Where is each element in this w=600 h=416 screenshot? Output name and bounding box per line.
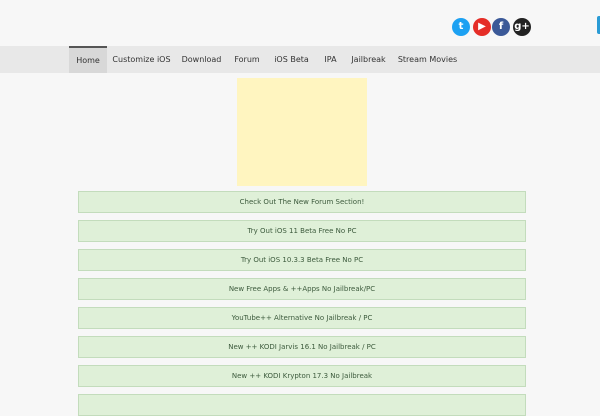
nav-item-jailbreak[interactable]: Jailbreak <box>345 46 392 73</box>
link-button[interactable]: New ++ KODI Krypton 17.3 No Jailbreak <box>78 365 526 387</box>
ad-placeholder[interactable] <box>237 78 367 186</box>
nav-item-download[interactable]: Download <box>176 46 227 73</box>
link-button[interactable]: Try Out iOS 10.3.3 Beta Free No PC <box>78 249 526 271</box>
twitter-icon[interactable]: t <box>452 18 470 36</box>
link-button[interactable]: Try Out iOS 11 Beta Free No PC <box>78 220 526 242</box>
nav-item-customize-ios[interactable]: Customize iOS <box>107 46 176 73</box>
facebook-icon[interactable]: f <box>492 18 510 36</box>
youtube-icon[interactable]: ▶ <box>473 18 491 36</box>
nav-item-home[interactable]: Home <box>69 46 107 73</box>
link-button[interactable]: New Free Apps & ++Apps No Jailbreak/PC <box>78 278 526 300</box>
google-plus-icon[interactable]: g+ <box>513 18 531 36</box>
nav-item-stream-movies[interactable]: Stream Movies <box>392 46 463 73</box>
link-button[interactable]: Check Out The New Forum Section! <box>78 191 526 213</box>
nav-item-ios-beta[interactable]: iOS Beta <box>267 46 316 73</box>
link-button[interactable]: YouTube++ Alternative No Jailbreak / PC <box>78 307 526 329</box>
site-header: t ▶ f g+ <box>0 0 600 46</box>
main-nav: Home Customize iOS Download Forum iOS Be… <box>0 46 600 73</box>
link-button[interactable] <box>78 394 526 416</box>
nav-item-ipa[interactable]: IPA <box>316 46 345 73</box>
nav-item-forum[interactable]: Forum <box>227 46 267 73</box>
link-button[interactable]: New ++ KODI Jarvis 16.1 No Jailbreak / P… <box>78 336 526 358</box>
